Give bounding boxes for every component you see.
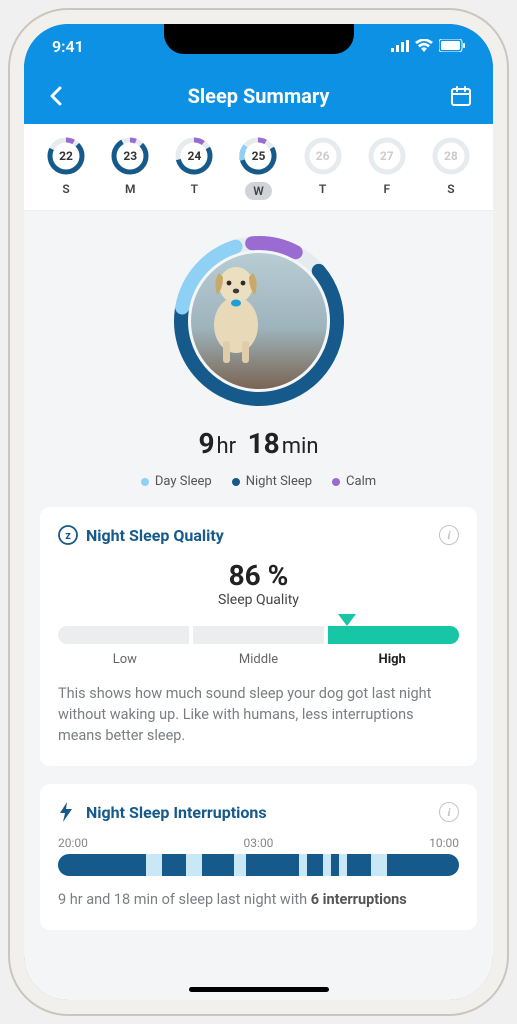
sleep-quality-card: z Night Sleep Quality i 86 % Sleep Quali… — [40, 507, 477, 766]
time-start: 20:00 — [58, 836, 88, 850]
battery-icon — [439, 37, 465, 56]
day-item-sun[interactable]: 22 S — [46, 136, 86, 200]
day-label: M — [125, 182, 136, 196]
quality-percent: 86 % — [58, 559, 459, 592]
svg-text:z: z — [65, 529, 71, 542]
day-date: 25 — [252, 149, 266, 163]
day-date: 22 — [59, 149, 73, 163]
day-label-selected: W — [245, 182, 272, 200]
quality-marker-icon — [338, 614, 356, 626]
label-low: Low — [58, 652, 192, 667]
sleep-ring — [169, 231, 349, 411]
timeline-segment — [331, 854, 339, 876]
day-item-thu[interactable]: 26 T — [303, 136, 343, 200]
day-selector: 22 S 23 M 24 T 25 W — [24, 124, 493, 211]
card-title-text: Night Sleep Quality — [86, 526, 224, 545]
time-end: 10:00 — [429, 836, 459, 850]
timeline-segment — [202, 854, 234, 876]
legend-day-sleep: Day Sleep — [141, 474, 212, 489]
day-label: T — [319, 182, 326, 196]
day-item-fri[interactable]: 27 F — [367, 136, 407, 200]
timeline-segment — [387, 854, 459, 876]
interruptions-summary: 9 hr and 18 min of sleep last night with… — [58, 890, 459, 910]
day-date: 27 — [380, 149, 394, 163]
timeline-segment — [58, 854, 146, 876]
interruptions-count: 6 — [311, 891, 319, 908]
wifi-icon — [415, 37, 433, 56]
bolt-icon — [58, 802, 78, 822]
quality-segment-high — [328, 626, 459, 644]
content-scroll[interactable]: 9hr 18min Day Sleep Night Sleep Calm z N… — [24, 211, 493, 1009]
interruptions-timeline — [58, 854, 459, 876]
label-middle: Middle — [192, 652, 326, 667]
app-header: Sleep Summary — [24, 68, 493, 124]
timeline-segment — [347, 854, 371, 876]
info-icon[interactable]: i — [439, 802, 459, 822]
dog-illustration — [191, 253, 281, 363]
card-title-text: Night Sleep Interruptions — [86, 803, 267, 822]
timeline-segment — [162, 854, 186, 876]
day-item-tue[interactable]: 24 T — [174, 136, 214, 200]
quality-segment-middle — [193, 626, 324, 644]
interruptions-card: Night Sleep Interruptions i 20:00 03:00 … — [40, 784, 477, 930]
day-item-mon[interactable]: 23 M — [110, 136, 150, 200]
quality-bar — [58, 626, 459, 644]
sleep-duration: 9hr 18min — [198, 427, 318, 460]
day-label: S — [62, 182, 69, 196]
day-label: S — [447, 182, 454, 196]
quality-subtitle: Sleep Quality — [58, 592, 459, 608]
day-item-wed[interactable]: 25 W — [238, 136, 278, 200]
moon-z-icon: z — [58, 525, 78, 545]
info-icon[interactable]: i — [439, 525, 459, 545]
signal-icon — [391, 37, 409, 56]
legend-night-sleep: Night Sleep — [232, 474, 312, 489]
day-label: F — [383, 182, 390, 196]
day-date: 26 — [316, 149, 330, 163]
timeline-segment — [307, 854, 323, 876]
legend-calm: Calm — [332, 474, 376, 489]
day-date: 24 — [187, 149, 201, 163]
back-button[interactable] — [44, 84, 68, 108]
notch — [164, 24, 354, 54]
sleep-minutes: 18 — [248, 427, 280, 460]
page-title: Sleep Summary — [188, 84, 330, 108]
timeline-segment — [246, 854, 298, 876]
day-date: 23 — [123, 149, 137, 163]
phone-frame: 9:41 Sleep Summary 22 — [10, 10, 507, 1014]
day-item-sat[interactable]: 28 S — [431, 136, 471, 200]
calendar-button[interactable] — [449, 84, 473, 108]
status-time: 9:41 — [52, 37, 84, 56]
day-date: 28 — [444, 149, 458, 163]
time-mid: 03:00 — [244, 836, 274, 850]
pet-photo — [191, 253, 327, 389]
sleep-hours: 9 — [198, 427, 214, 460]
legend: Day Sleep Night Sleep Calm — [141, 474, 376, 489]
quality-labels: Low Middle High — [58, 652, 459, 667]
day-label: T — [191, 182, 198, 196]
sleep-ring-section: 9hr 18min Day Sleep Night Sleep Calm — [40, 231, 477, 489]
quality-segment-low — [58, 626, 189, 644]
timeline-labels: 20:00 03:00 10:00 — [58, 836, 459, 850]
quality-description: This shows how much sound sleep your dog… — [58, 683, 459, 746]
home-indicator[interactable] — [189, 987, 329, 992]
label-high: High — [325, 652, 459, 667]
